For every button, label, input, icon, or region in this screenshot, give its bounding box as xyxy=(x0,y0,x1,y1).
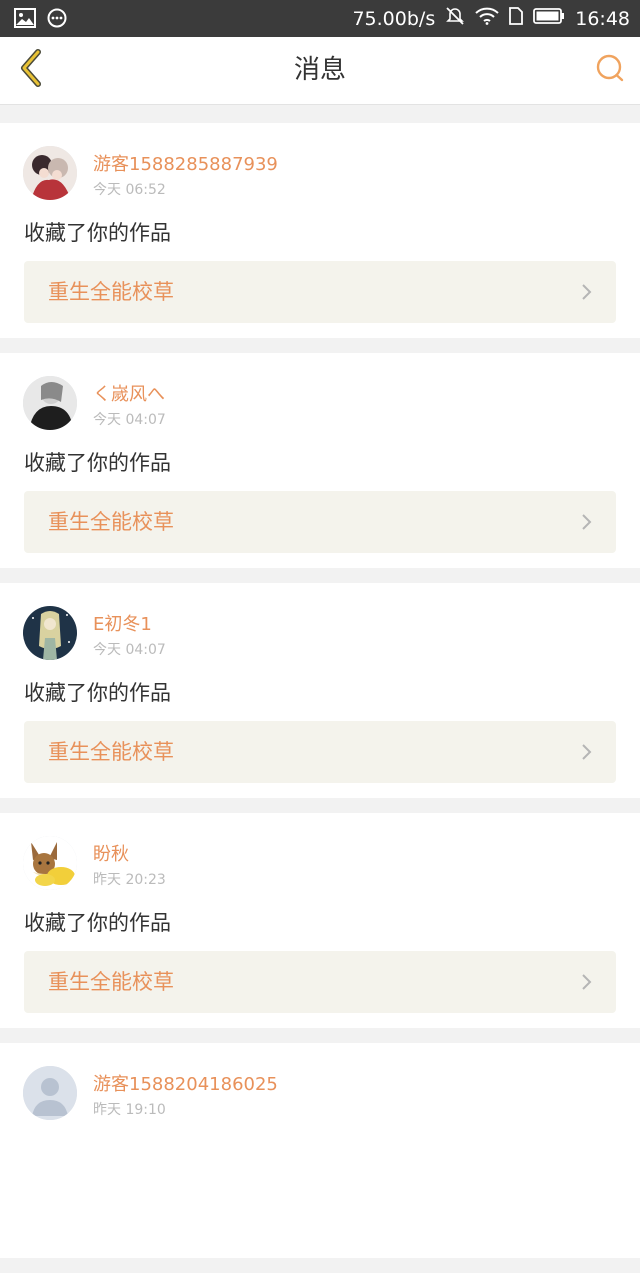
work-link[interactable]: 重生全能校草 xyxy=(24,261,616,323)
work-link[interactable]: 重生全能校草 xyxy=(24,491,616,553)
avatar[interactable] xyxy=(23,836,77,890)
status-time: 16:48 xyxy=(575,7,630,30)
username[interactable]: 盼秋 xyxy=(93,840,129,866)
search-icon xyxy=(595,53,625,87)
avatar[interactable] xyxy=(23,376,77,430)
status-bar-right: 75.00b/s 16:48 xyxy=(352,0,630,37)
search-button[interactable] xyxy=(590,49,630,91)
timestamp: 昨天 20:23 xyxy=(93,872,166,888)
username[interactable]: 游客1588204186025 xyxy=(93,1070,278,1096)
timestamp: 昨天 19:10 xyxy=(93,1102,166,1118)
chat-bubble-icon xyxy=(46,8,68,32)
username[interactable]: 游客1588285887939 xyxy=(93,150,278,176)
avatar[interactable] xyxy=(23,146,77,200)
chevron-right-icon xyxy=(576,512,596,532)
status-bar-left xyxy=(14,8,68,32)
timestamp: 今天 06:52 xyxy=(93,182,166,198)
work-title: 重生全能校草 xyxy=(48,740,174,764)
sim-icon xyxy=(509,7,524,30)
network-speed: 75.00b/s xyxy=(352,7,436,30)
message-card: 盼秋 昨天 20:23 收藏了你的作品 重生全能校草 xyxy=(0,813,640,1028)
chevron-right-icon xyxy=(576,282,596,302)
action-text: 收藏了你的作品 xyxy=(24,681,171,705)
chevron-right-icon xyxy=(576,972,596,992)
work-title: 重生全能校草 xyxy=(48,970,174,994)
work-link[interactable]: 重生全能校草 xyxy=(24,721,616,783)
work-title: 重生全能校草 xyxy=(48,280,174,304)
message-card: 游客1588204186025 昨天 19:10 xyxy=(0,1043,640,1258)
work-link[interactable]: 重生全能校草 xyxy=(24,951,616,1013)
message-list: 游客1588285887939 今天 06:52 收藏了你的作品 重生全能校草 … xyxy=(0,123,640,1273)
chevron-right-icon xyxy=(576,742,596,762)
avatar[interactable] xyxy=(23,606,77,660)
avatar[interactable] xyxy=(23,1066,77,1120)
page-title: 消息 xyxy=(293,55,346,85)
action-text: 收藏了你的作品 xyxy=(24,911,171,935)
timestamp: 今天 04:07 xyxy=(93,642,166,658)
message-card: E初冬1 今天 04:07 收藏了你的作品 重生全能校草 xyxy=(0,583,640,798)
action-text: 收藏了你的作品 xyxy=(24,221,171,245)
message-card: く嵗风へ 今天 04:07 收藏了你的作品 重生全能校草 xyxy=(0,353,640,568)
username[interactable]: E初冬1 xyxy=(93,610,152,636)
timestamp: 今天 04:07 xyxy=(93,412,166,428)
username[interactable]: く嵗风へ xyxy=(93,380,165,406)
status-bar: 75.00b/s 16:48 xyxy=(0,0,640,37)
image-icon xyxy=(14,8,36,32)
mute-icon xyxy=(445,6,465,31)
work-title: 重生全能校草 xyxy=(48,510,174,534)
battery-icon xyxy=(533,7,565,30)
message-card: 游客1588285887939 今天 06:52 收藏了你的作品 重生全能校草 xyxy=(0,123,640,338)
nav-bar: 消息 xyxy=(0,37,640,105)
action-text: 收藏了你的作品 xyxy=(24,451,171,475)
wifi-icon xyxy=(475,7,499,30)
